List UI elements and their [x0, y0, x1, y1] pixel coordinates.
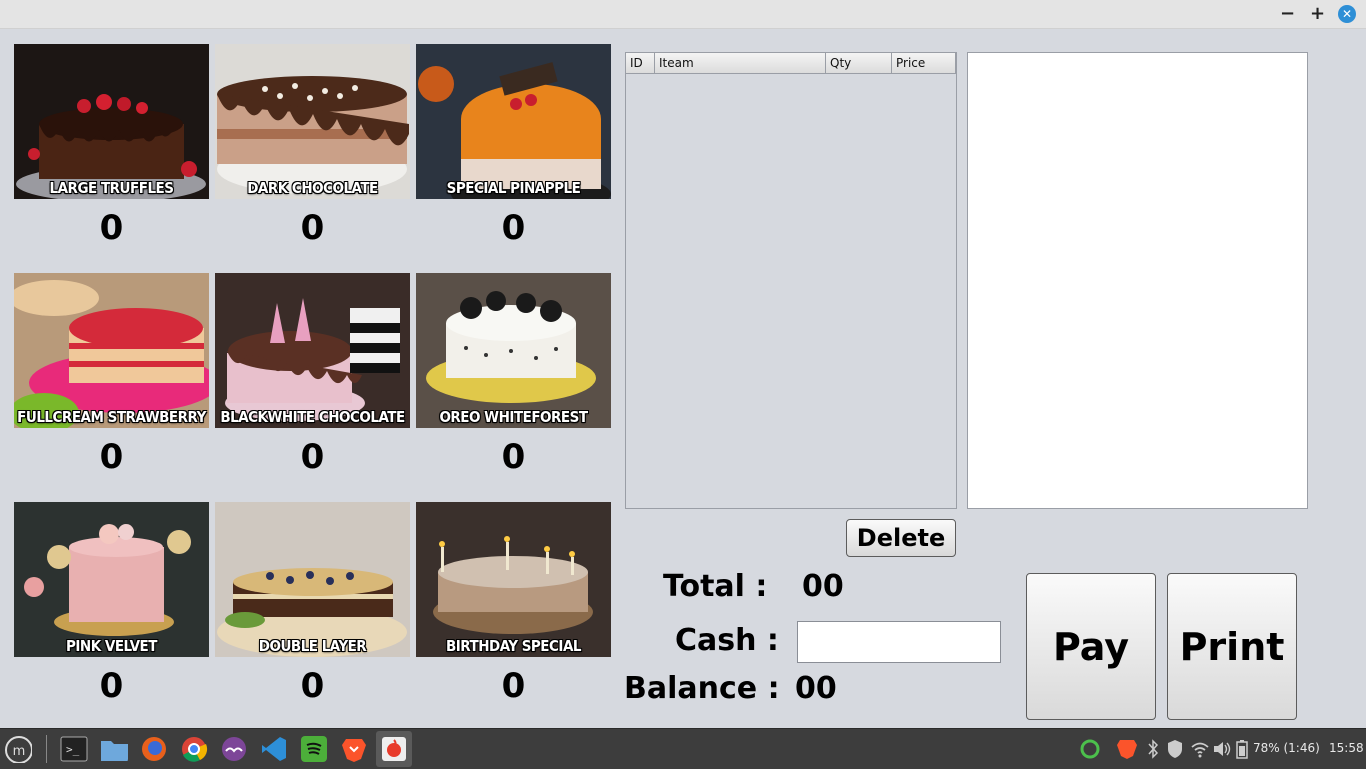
- update-icon[interactable]: [1080, 739, 1100, 759]
- col-id[interactable]: ID: [626, 53, 655, 73]
- svg-text:>_: >_: [66, 743, 80, 756]
- print-button[interactable]: Print: [1167, 573, 1297, 720]
- brave-tray-icon[interactable]: [1117, 738, 1137, 760]
- product-qty: 0: [300, 666, 325, 706]
- total-value: 00: [802, 569, 844, 604]
- product-label: DOUBLE LAYER: [258, 637, 367, 655]
- files-icon[interactable]: [100, 735, 128, 763]
- pay-button[interactable]: Pay: [1026, 573, 1156, 720]
- col-price[interactable]: Price: [892, 53, 956, 73]
- wifi-icon[interactable]: [1190, 739, 1210, 759]
- product-blackwhite-chocolate[interactable]: BLACKWHITE CHOCOLATE: [215, 273, 410, 428]
- taskbar-divider: [46, 735, 47, 763]
- product-qty: 0: [300, 208, 325, 248]
- maximize-button[interactable]: +: [1310, 4, 1325, 24]
- dark-chocolate-image: [215, 44, 410, 199]
- fullcream-strawberry-image: [14, 273, 209, 428]
- product-qty: 0: [99, 666, 124, 706]
- battery-status: 78% (1:46): [1253, 741, 1320, 755]
- volume-icon[interactable]: [1212, 739, 1232, 759]
- cash-input[interactable]: [797, 621, 1001, 663]
- product-double-layer[interactable]: DOUBLE LAYER: [215, 502, 410, 657]
- vscode-icon[interactable]: [260, 735, 288, 763]
- product-special-pinapple[interactable]: SPECIAL PINAPPLE: [416, 44, 611, 199]
- product-pink-velvet[interactable]: PINK VELVET: [14, 502, 209, 657]
- table-header: ID Iteam Qty Price: [626, 53, 956, 74]
- product-qty: 0: [99, 437, 124, 477]
- total-label: Total :: [663, 569, 768, 604]
- receipt-textarea[interactable]: [967, 52, 1308, 509]
- battery-icon[interactable]: [1236, 739, 1248, 759]
- tor-icon[interactable]: [220, 735, 248, 763]
- firefox-icon[interactable]: [140, 735, 168, 763]
- birthday-special-image: [416, 502, 611, 657]
- product-label: LARGE TRUFFLES: [49, 179, 174, 197]
- bluetooth-icon[interactable]: [1146, 739, 1160, 759]
- product-label: BLACKWHITE CHOCOLATE: [220, 408, 405, 426]
- col-qty[interactable]: Qty: [826, 53, 892, 73]
- spotify-icon[interactable]: [300, 735, 328, 763]
- product-large-truffles[interactable]: LARGE TRUFFLES: [14, 44, 209, 199]
- product-label: BIRTHDAY SPECIAL: [446, 637, 582, 655]
- col-item[interactable]: Iteam: [655, 53, 826, 73]
- product-dark-chocolate[interactable]: DARK CHOCOLATE: [215, 44, 410, 199]
- product-fullcream-strawberry[interactable]: FULLCREAM STRAWBERRY: [14, 273, 209, 428]
- window-titlebar: − + ✕: [0, 0, 1366, 29]
- delete-button[interactable]: Delete: [846, 519, 956, 557]
- product-qty: 0: [300, 437, 325, 477]
- double-layer-image: [215, 502, 410, 657]
- product-label: SPECIAL PINAPPLE: [446, 179, 581, 197]
- balance-value: 00: [795, 671, 837, 706]
- large-truffles-image: [14, 44, 209, 199]
- product-label: PINK VELVET: [66, 637, 157, 655]
- terminal-icon[interactable]: >_: [60, 735, 88, 763]
- brave-icon[interactable]: [340, 735, 368, 763]
- product-qty: 0: [501, 437, 526, 477]
- oreo-whiteforest-image: [416, 273, 611, 428]
- mint-menu-icon[interactable]: m: [4, 735, 32, 763]
- minimize-button[interactable]: −: [1280, 4, 1295, 24]
- product-oreo-whiteforest[interactable]: OREO WHITEFOREST: [416, 273, 611, 428]
- shield-icon[interactable]: [1166, 739, 1184, 759]
- pink-velvet-image: [14, 502, 209, 657]
- clock[interactable]: 15:58: [1329, 741, 1364, 755]
- product-label: OREO WHITEFOREST: [439, 408, 588, 426]
- product-qty: 0: [501, 208, 526, 248]
- balance-label: Balance :: [624, 671, 780, 706]
- product-qty: 0: [501, 666, 526, 706]
- svg-text:m: m: [13, 744, 26, 759]
- order-table[interactable]: ID Iteam Qty Price: [625, 52, 957, 509]
- product-label: FULLCREAM STRAWBERRY: [17, 408, 206, 426]
- close-button[interactable]: ✕: [1338, 5, 1356, 23]
- taskbar: m >_ 78% (1:46) 15:58: [0, 728, 1366, 769]
- product-label: DARK CHOCOLATE: [247, 179, 378, 197]
- product-birthday-special[interactable]: BIRTHDAY SPECIAL: [416, 502, 611, 657]
- blackwhite-chocolate-image: [215, 273, 410, 428]
- chrome-icon[interactable]: [180, 735, 208, 763]
- special-pinapple-image: [416, 44, 611, 199]
- product-qty: 0: [99, 208, 124, 248]
- cash-label: Cash :: [675, 623, 779, 658]
- java-app-icon[interactable]: [380, 735, 408, 763]
